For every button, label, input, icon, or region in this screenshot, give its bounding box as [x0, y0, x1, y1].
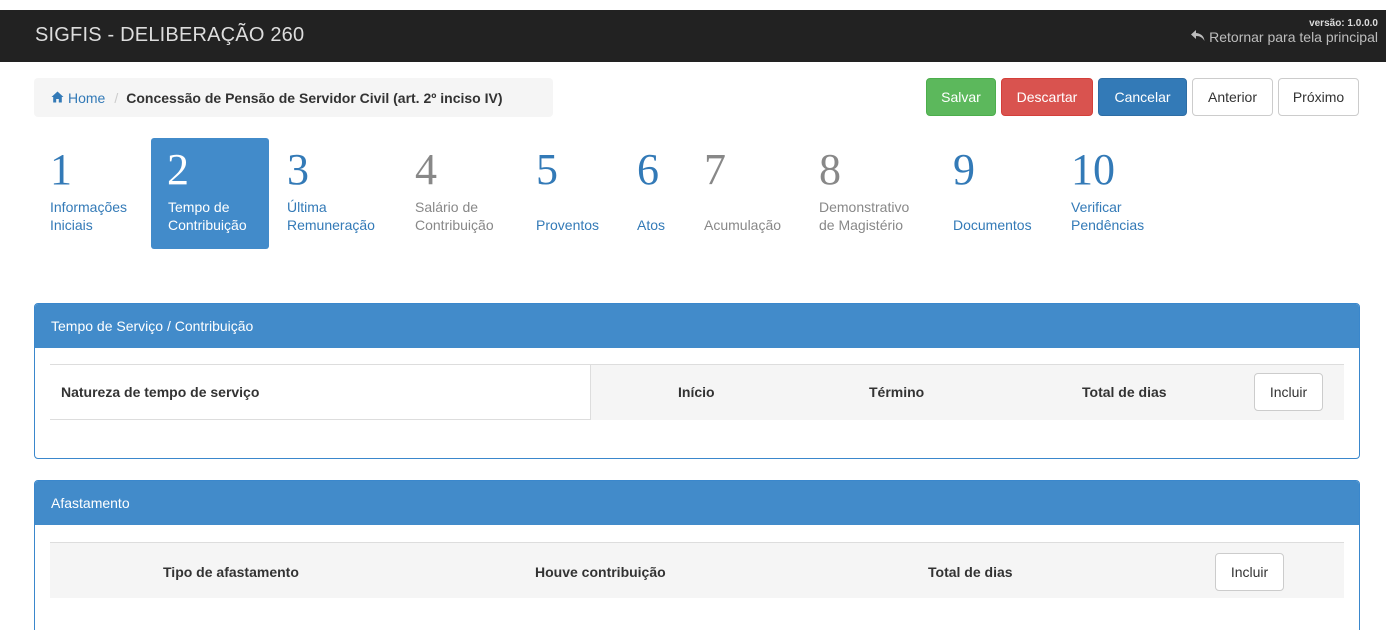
- step-number: 7: [704, 145, 726, 194]
- step-label: Última Remuneração: [287, 199, 375, 233]
- step-label: Documentos: [953, 217, 1032, 233]
- step-label: Tempo de Contribuição: [168, 199, 247, 233]
- step-number: 6: [637, 145, 659, 194]
- reply-icon: [1191, 29, 1205, 45]
- app-title: SIGFIS - DELIBERAÇÃO 260: [35, 24, 305, 46]
- top-navbar: SIGFIS - DELIBERAÇÃO 260 versão: 1.0.0.0…: [0, 10, 1386, 62]
- version-label: versão: 1.0.0.0: [1309, 18, 1378, 29]
- column-header-inicio: Início: [678, 384, 715, 400]
- step-label: Verificar Pendências: [1071, 199, 1145, 233]
- leave-panel: Afastamento Tipo de afastamento Houve co…: [34, 480, 1360, 630]
- breadcrumb: Home / Concessão de Pensão de Servidor C…: [34, 78, 553, 117]
- service-time-panel: Tempo de Serviço / Contribuição Natureza…: [34, 303, 1360, 459]
- include-leave-button[interactable]: Incluir: [1215, 553, 1284, 591]
- breadcrumb-separator: /: [114, 89, 119, 106]
- home-icon: [51, 90, 64, 106]
- step-6-atos[interactable]: 6 Atos: [637, 138, 677, 249]
- step-number: 5: [536, 145, 558, 194]
- column-header-total-dias: Total de dias: [1082, 384, 1167, 400]
- step-label: Demonstrativo de Magistério: [819, 199, 910, 233]
- step-label: Acumulação: [704, 217, 782, 233]
- step-label: Proventos: [536, 217, 600, 233]
- save-button[interactable]: Salvar: [926, 78, 996, 116]
- step-7-acumulacao: 7 Acumulação: [704, 138, 789, 249]
- column-header-total-dias: Total de dias: [928, 564, 1013, 580]
- step-number: 1: [50, 145, 72, 194]
- previous-button[interactable]: Anterior: [1192, 78, 1273, 116]
- step-9-documentos[interactable]: 9 Documentos: [953, 138, 1043, 249]
- discard-button[interactable]: Descartar: [1001, 78, 1093, 116]
- step-number: 3: [287, 145, 309, 194]
- step-number: 10: [1071, 145, 1115, 194]
- include-service-time-button[interactable]: Incluir: [1254, 373, 1323, 411]
- service-time-panel-title: Tempo de Serviço / Contribuição: [35, 304, 1359, 348]
- breadcrumb-home-label: Home: [68, 89, 106, 106]
- step-5-proventos[interactable]: 5 Proventos: [536, 138, 611, 249]
- cancel-button[interactable]: Cancelar: [1098, 78, 1187, 116]
- next-button[interactable]: Próximo: [1278, 78, 1359, 116]
- step-label: Atos: [637, 217, 666, 233]
- service-time-table-header: Natureza de tempo de serviço Início Térm…: [50, 364, 1344, 420]
- step-label: Informações Iniciais: [50, 199, 128, 233]
- step-number: 4: [415, 145, 437, 194]
- service-nature-cell: Natureza de tempo de serviço: [50, 365, 591, 420]
- step-number: 8: [819, 145, 841, 194]
- leave-panel-title: Afastamento: [35, 481, 1359, 525]
- step-8-demonstrativo-de-magisterio: 8 Demonstrativo de Magistério: [819, 138, 919, 249]
- step-number: 2: [167, 145, 189, 194]
- breadcrumb-home-link[interactable]: Home: [51, 90, 105, 106]
- breadcrumb-current: Concessão de Pensão de Servidor Civil (a…: [126, 89, 503, 106]
- column-header-natureza: Natureza de tempo de serviço: [61, 384, 260, 400]
- step-3-ultima-remuneracao[interactable]: 3 Última Remuneração: [287, 138, 397, 249]
- column-header-houve-contribuicao: Houve contribuição: [535, 564, 666, 580]
- step-number: 9: [953, 145, 975, 194]
- return-main-label: Retornar para tela principal: [1209, 29, 1378, 45]
- step-label: Salário de Contribuição: [415, 199, 494, 233]
- column-header-tipo-afastamento: Tipo de afastamento: [163, 564, 299, 580]
- return-main-link[interactable]: Retornar para tela principal: [1191, 29, 1378, 45]
- wizard-steps: 1 Informações Iniciais 2 Tempo de Contribu…: [0, 138, 1386, 250]
- column-header-termino: Término: [869, 384, 925, 400]
- step-10-verificar-pendencias[interactable]: 10 Verificar Pendências: [1071, 138, 1156, 249]
- step-2-tempo-de-contribuicao[interactable]: 2 Tempo de Contribuição: [151, 138, 269, 249]
- step-1-informacoes-iniciais[interactable]: 1 Informações Iniciais: [50, 138, 140, 249]
- step-4-salario-de-contribuicao: 4 Salário de Contribuição: [415, 138, 510, 249]
- leave-table-header: Tipo de afastamento Houve contribuição T…: [50, 542, 1344, 598]
